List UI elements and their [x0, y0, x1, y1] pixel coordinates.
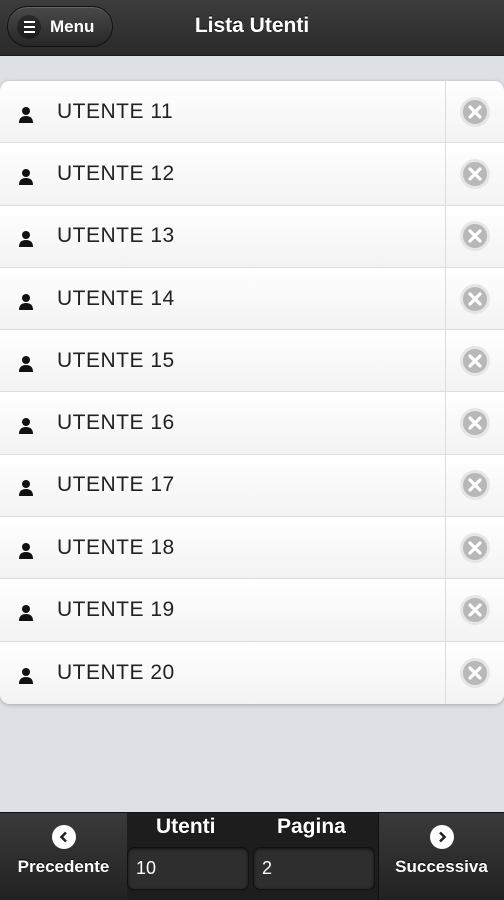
delete-circle-icon	[460, 345, 490, 376]
delete-circle-icon	[460, 408, 490, 439]
pagina-label: Pagina	[277, 815, 346, 838]
user-row-link[interactable]: UTENTE 18	[0, 517, 446, 579]
hamburger-icon	[17, 14, 41, 39]
user-icon	[19, 168, 33, 185]
user-icon	[19, 106, 33, 123]
menu-button-label: Menu	[50, 16, 95, 36]
list-item: UTENTE 17	[0, 454, 504, 518]
user-name: UTENTE 14	[57, 286, 175, 310]
user-icon	[19, 231, 33, 248]
user-icon	[19, 667, 33, 684]
list-item: UTENTE 14	[0, 267, 504, 331]
user-list: UTENTE 11 UTENTE 12 UTENTE 13 UTENTE 14 UTEN…	[0, 81, 504, 704]
user-row-link[interactable]: UTENTE 14	[0, 267, 446, 330]
delete-user-button[interactable]	[446, 392, 504, 453]
delete-circle-icon	[460, 283, 490, 314]
delete-circle-icon	[460, 595, 490, 626]
page-number-field[interactable]: 2	[253, 847, 375, 890]
footer-bar: Precedente Utenti Pagina 10 2 Successiva	[0, 812, 504, 900]
user-name: UTENTE 16	[57, 411, 175, 435]
previous-button-label: Precedente	[17, 857, 110, 876]
next-button-label: Successiva	[395, 857, 488, 876]
delete-circle-icon	[460, 470, 490, 501]
pagination-panel: Utenti Pagina 10 2	[127, 813, 378, 900]
delete-user-button[interactable]	[446, 579, 504, 640]
next-button[interactable]: Successiva	[378, 813, 504, 900]
delete-circle-icon	[460, 158, 490, 189]
user-icon	[19, 605, 33, 622]
user-row-link[interactable]: UTENTE 12	[0, 143, 446, 205]
chevron-right-icon	[429, 825, 454, 849]
utenti-per-page-field[interactable]: 10	[127, 847, 249, 890]
user-row-link[interactable]: UTENTE 19	[0, 579, 446, 641]
user-icon	[19, 355, 33, 372]
menu-button[interactable]: Menu	[7, 6, 113, 47]
list-item: UTENTE 16	[0, 392, 504, 455]
user-icon	[19, 418, 33, 435]
delete-user-button[interactable]	[446, 268, 504, 329]
user-row-link[interactable]: UTENTE 16	[0, 392, 446, 454]
previous-button[interactable]: Precedente	[0, 813, 127, 900]
delete-user-button[interactable]	[446, 455, 504, 516]
delete-user-button[interactable]	[446, 517, 504, 578]
list-item: UTENTE 18	[0, 517, 504, 580]
list-item: UTENTE 15	[0, 330, 504, 393]
user-name: UTENTE 18	[57, 535, 175, 559]
delete-circle-icon	[460, 657, 490, 688]
user-name: UTENTE 15	[57, 348, 175, 372]
delete-user-button[interactable]	[446, 330, 504, 391]
user-icon	[19, 542, 33, 559]
delete-circle-icon	[460, 532, 490, 563]
user-row-link[interactable]: UTENTE 15	[0, 330, 446, 392]
user-name: UTENTE 12	[57, 161, 175, 185]
delete-user-button[interactable]	[446, 81, 504, 142]
utenti-label: Utenti	[156, 815, 216, 838]
user-name: UTENTE 17	[57, 473, 175, 497]
user-row-link[interactable]: UTENTE 17	[0, 454, 446, 517]
chevron-left-icon	[51, 825, 76, 849]
delete-user-button[interactable]	[446, 206, 504, 267]
user-name: UTENTE 13	[57, 224, 175, 248]
user-name: UTENTE 19	[57, 598, 175, 622]
list-item: UTENTE 19	[0, 579, 504, 642]
delete-circle-icon	[460, 221, 490, 252]
user-name: UTENTE 11	[57, 99, 174, 123]
user-icon	[19, 293, 33, 310]
list-item: UTENTE 13	[0, 205, 504, 268]
list-item: UTENTE 11	[0, 81, 504, 144]
user-name: UTENTE 20	[57, 660, 175, 684]
delete-user-button[interactable]	[446, 143, 504, 204]
user-row-link[interactable]: UTENTE 13	[0, 205, 446, 267]
list-item: UTENTE 20	[0, 641, 504, 704]
delete-circle-icon	[460, 96, 490, 127]
delete-user-button[interactable]	[446, 642, 504, 704]
list-item: UTENTE 12	[0, 143, 504, 206]
header-bar: Menu Lista Utenti	[0, 0, 504, 56]
user-row-link[interactable]: UTENTE 20	[0, 641, 446, 704]
user-row-link[interactable]: UTENTE 11	[0, 81, 446, 143]
user-icon	[19, 480, 33, 497]
